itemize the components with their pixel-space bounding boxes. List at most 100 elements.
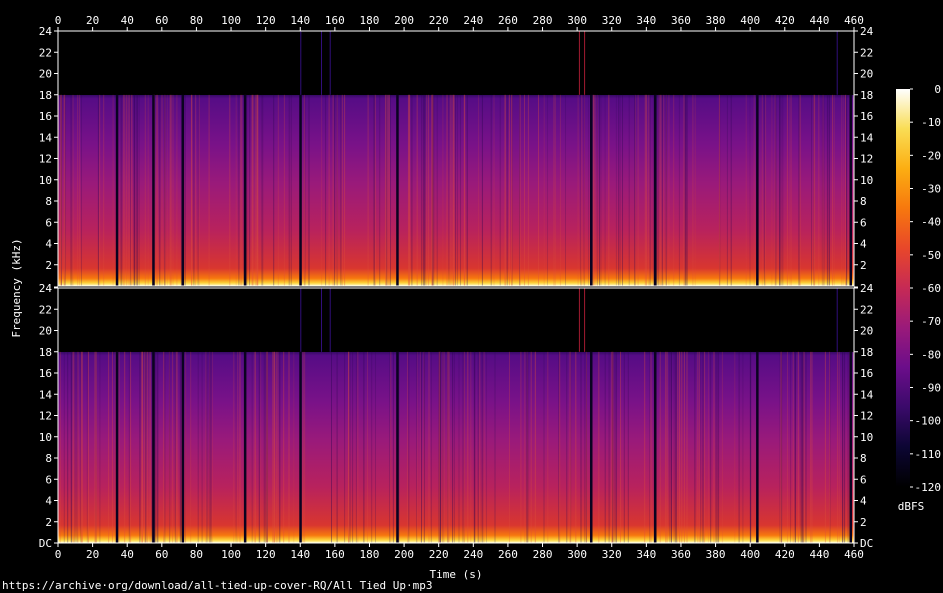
texture-streak [208, 94, 210, 287]
texture-streak [608, 351, 610, 544]
texture-streak [699, 351, 700, 544]
texture-streak [704, 351, 706, 544]
texture-streak [136, 94, 138, 287]
texture-streak [235, 94, 237, 287]
texture-streak [684, 94, 686, 287]
texture-streak [430, 351, 432, 544]
texture-streak [253, 94, 255, 287]
colorbar-tick-label: -70 [921, 315, 941, 328]
y-tick-label-left: 8 [45, 452, 52, 465]
texture-streak [829, 351, 831, 544]
texture-streak [344, 94, 346, 287]
y-tick-label-right: 18 [860, 89, 873, 102]
texture-streak [668, 351, 670, 544]
texture-streak [340, 94, 342, 287]
texture-streak [685, 94, 687, 287]
y-tick-label-left: 12 [39, 410, 52, 423]
texture-streak [258, 351, 260, 544]
silent-gap-line [849, 351, 852, 544]
texture-streak [694, 351, 696, 544]
texture-streak [352, 351, 354, 544]
texture-streak [761, 94, 763, 287]
texture-streak [172, 351, 174, 544]
texture-streak [547, 351, 549, 544]
silent-gap-line [590, 351, 593, 544]
texture-streak [622, 94, 623, 287]
texture-streak [749, 351, 751, 544]
x-tick-label-top: 240 [463, 14, 483, 27]
texture-streak [580, 94, 582, 287]
texture-streak [191, 94, 193, 287]
texture-streak [355, 351, 357, 544]
texture-streak [649, 94, 651, 287]
texture-streak [408, 94, 410, 287]
texture-streak [164, 94, 166, 287]
texture-streak [198, 94, 200, 287]
texture-streak [585, 351, 587, 544]
texture-streak [458, 351, 460, 544]
texture-streak [584, 351, 586, 544]
texture-streak [599, 94, 601, 287]
texture-streak [193, 94, 195, 287]
texture-streak [63, 351, 65, 544]
texture-streak [780, 351, 782, 544]
texture-streak [252, 94, 253, 287]
source-url: https://archive·org/download/all-tied-up… [2, 579, 433, 592]
texture-streak [833, 94, 835, 287]
texture-streak [373, 94, 375, 287]
texture-streak [790, 94, 792, 287]
texture-streak [526, 351, 528, 544]
texture-streak [457, 94, 458, 287]
texture-streak [661, 94, 663, 287]
texture-streak [799, 351, 801, 544]
texture-streak [697, 351, 699, 544]
y-tick-label-left: 18 [39, 89, 52, 102]
texture-streak [371, 351, 373, 544]
texture-streak [619, 94, 621, 287]
x-tick-label-top: 180 [360, 14, 380, 27]
texture-streak [734, 351, 736, 544]
texture-streak [179, 351, 181, 544]
texture-streak [276, 351, 278, 544]
texture-streak [71, 94, 73, 287]
texture-streak [253, 351, 255, 544]
texture-streak [824, 351, 826, 544]
texture-streak [379, 94, 381, 287]
texture-streak [527, 351, 529, 544]
x-tick-label-bottom: 180 [360, 548, 380, 561]
texture-streak [799, 94, 801, 287]
y-tick-label-left: 24 [39, 25, 53, 38]
texture-streak [81, 94, 82, 287]
y-tick-label-left: 2 [45, 259, 52, 272]
texture-streak [509, 351, 510, 544]
texture-streak [321, 94, 323, 287]
texture-streak [604, 94, 606, 287]
texture-streak [612, 351, 614, 544]
texture-streak [780, 94, 782, 287]
texture-streak [421, 94, 423, 287]
colorbar-tick-label: -20 [921, 149, 941, 162]
channel-panel-2 [57, 287, 855, 544]
colorbar-tick-label: -90 [921, 382, 941, 395]
y-tick-label-right: 6 [860, 216, 867, 229]
texture-streak [195, 94, 197, 287]
texture-streak [448, 94, 450, 287]
y-tick-label-right: 6 [860, 473, 867, 486]
texture-streak [588, 94, 589, 287]
texture-streak [172, 94, 174, 287]
texture-streak [169, 94, 171, 287]
texture-streak [206, 351, 208, 544]
x-tick-label-top: 20 [86, 14, 99, 27]
colorbar-tick-label: -10 [921, 116, 941, 129]
texture-streak [652, 94, 654, 287]
texture-streak [789, 94, 791, 287]
texture-streak [71, 351, 73, 544]
texture-streak [390, 94, 391, 287]
texture-streak [229, 94, 231, 287]
y-tick-label-left: 2 [45, 516, 52, 529]
colorbar-tick-label: -30 [921, 183, 941, 196]
texture-streak [670, 351, 672, 544]
texture-streak [304, 94, 306, 287]
texture-streak [174, 351, 176, 544]
texture-streak [449, 94, 451, 287]
